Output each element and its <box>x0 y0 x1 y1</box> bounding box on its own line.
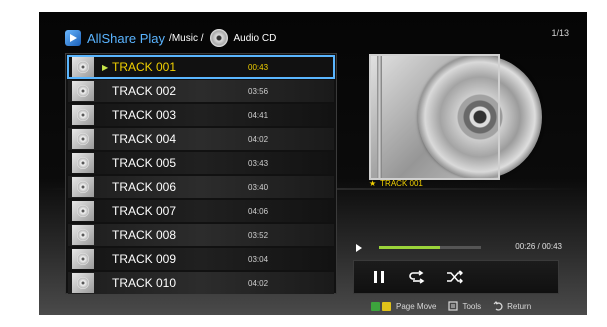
breadcrumb-music: /Music / <box>169 32 204 44</box>
tools-icon <box>448 301 459 311</box>
b-key-icon <box>371 301 380 311</box>
track-thumbnail <box>72 129 94 149</box>
c-key-icon <box>382 301 391 311</box>
track-thumbnail <box>72 249 94 269</box>
track-row[interactable]: TRACK 008 03:52 <box>68 224 334 246</box>
track-row[interactable]: ▶ TRACK 001 00:43 <box>67 55 335 79</box>
allshare-play-icon <box>65 30 81 46</box>
playback-controls <box>353 260 559 294</box>
shuffle-icon <box>447 270 463 284</box>
track-row[interactable]: TRACK 003 04:41 <box>68 104 334 126</box>
pause-icon <box>374 271 384 283</box>
track-thumbnail <box>72 57 94 77</box>
star-icon: ★ <box>369 179 377 188</box>
track-title: TRACK 004 <box>112 132 177 146</box>
track-duration: 03:43 <box>248 158 269 168</box>
track-row[interactable]: TRACK 009 03:04 <box>68 248 334 270</box>
audio-cd-icon <box>209 29 228 47</box>
now-playing-track: TRACK 001 <box>380 179 423 188</box>
now-playing-title: ★ TRACK 001 <box>369 179 423 188</box>
track-list: ▶ TRACK 001 00:43 TRACK 002 03:56 TRACK … <box>65 53 337 294</box>
progress-fill <box>379 246 441 249</box>
track-title: TRACK 002 <box>112 84 177 98</box>
track-title: TRACK 010 <box>112 276 177 290</box>
progress-bar[interactable] <box>379 246 481 249</box>
track-thumbnail <box>72 105 94 125</box>
track-row[interactable]: TRACK 007 04:06 <box>68 200 334 222</box>
tv-screen: 1/13 AllShare Play /Music / Audio CD ▶ T… <box>39 12 587 315</box>
footer-help: Page Move Tools Return <box>371 299 531 313</box>
track-row[interactable]: TRACK 006 03:40 <box>68 176 334 198</box>
track-duration: 04:41 <box>248 110 269 120</box>
track-duration: 00:43 <box>248 62 269 72</box>
app-title: AllShare Play <box>87 30 166 46</box>
track-row[interactable]: TRACK 004 04:02 <box>68 128 334 150</box>
track-title: TRACK 008 <box>112 228 177 242</box>
track-thumbnail <box>72 201 94 221</box>
track-title: TRACK 006 <box>112 180 177 194</box>
track-duration: 04:02 <box>248 278 269 288</box>
tools-label: Tools <box>462 301 482 311</box>
return-icon <box>493 301 503 311</box>
breadcrumb-location: Audio CD <box>233 32 277 44</box>
playback-progress: 00:26 / 00:43 <box>356 242 562 254</box>
breadcrumb: AllShare Play /Music / Audio CD <box>65 28 280 48</box>
track-thumbnail <box>72 225 94 245</box>
track-duration: 03:56 <box>248 86 269 96</box>
track-duration: 04:06 <box>248 206 269 216</box>
track-title: TRACK 005 <box>112 156 177 170</box>
track-duration: 04:02 <box>248 134 269 144</box>
track-row[interactable]: TRACK 010 04:02 <box>68 272 334 294</box>
track-duration: 03:52 <box>248 230 269 240</box>
return-label: Return <box>507 301 532 311</box>
album-art <box>369 54 549 180</box>
track-row[interactable]: TRACK 005 03:43 <box>68 152 334 174</box>
track-thumbnail <box>72 81 94 101</box>
track-thumbnail <box>72 177 94 197</box>
page-counter: 1/13 <box>551 28 569 38</box>
track-duration: 03:40 <box>248 182 269 192</box>
track-duration: 03:04 <box>248 254 269 264</box>
track-title: TRACK 007 <box>112 204 177 218</box>
now-playing-icon: ▶ <box>102 62 109 72</box>
repeat-icon <box>409 270 425 284</box>
track-title: TRACK 003 <box>112 108 177 122</box>
repeat-button[interactable] <box>404 264 430 290</box>
track-title: TRACK 009 <box>112 252 177 266</box>
track-thumbnail <box>72 273 94 293</box>
elapsed-time: 00:26 / 00:43 <box>515 242 562 251</box>
track-thumbnail <box>72 153 94 173</box>
track-row[interactable]: TRACK 002 03:56 <box>68 80 334 102</box>
pause-button[interactable] <box>366 264 392 290</box>
track-title: TRACK 001 <box>112 60 177 74</box>
play-status-icon <box>356 244 362 252</box>
shuffle-button[interactable] <box>442 264 468 290</box>
page-move-label: Page Move <box>396 301 437 311</box>
